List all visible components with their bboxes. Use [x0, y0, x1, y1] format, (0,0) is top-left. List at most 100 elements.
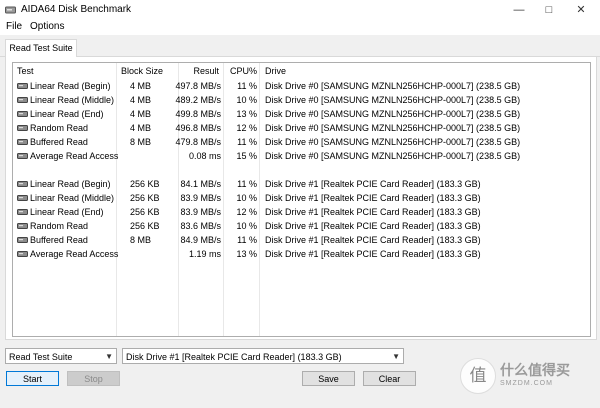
cell-cpu: 12 % [236, 123, 257, 133]
cell-result: 496.8 MB/s [175, 123, 221, 133]
table-row[interactable]: Average Read Access 1.19 ms 13 % Disk Drive… [13, 247, 590, 261]
test-suite-select[interactable]: Read Test Suite ▼ [5, 348, 117, 364]
clear-button[interactable]: Clear [363, 371, 416, 386]
cell-test: Linear Read (Middle) [30, 95, 115, 105]
table-row[interactable]: Random Read 256 KB 83.6 MB/s 10 % Disk Drive… [13, 219, 590, 233]
cell-block-size: 256 KB [130, 193, 160, 203]
tab-read-test-suite[interactable]: Read Test Suite [5, 39, 77, 57]
disk-icon [17, 237, 28, 243]
table-row[interactable]: Linear Read (Begin) 256 KB 84.1 MB/s 11 % Di… [13, 177, 590, 191]
cell-drive: Disk Drive #1 [Realtek PCIE Card Reader]… [265, 207, 481, 217]
column-header-drive[interactable]: Drive [265, 66, 286, 76]
column-header-cpu[interactable]: CPU% [230, 66, 257, 76]
cell-result: 83.6 MB/s [180, 221, 221, 231]
results-table[interactable]: Test Block Size Result CPU% Drive Linear… [12, 62, 591, 337]
cell-drive: Disk Drive #0 [SAMSUNG MZNLN256HCHP-000L… [265, 81, 521, 91]
menu-file[interactable]: File [6, 21, 22, 32]
table-row[interactable]: Linear Read (Middle) 256 KB 83.9 MB/s 10 % D… [13, 191, 590, 205]
cell-result: 497.8 MB/s [175, 81, 221, 91]
drive-select-value: Disk Drive #1 [Realtek PCIE Card Reader]… [126, 352, 342, 362]
column-header-test[interactable]: Test [17, 66, 34, 76]
cell-cpu: 15 % [236, 151, 257, 161]
cell-drive: Disk Drive #0 [SAMSUNG MZNLN256HCHP-000L… [265, 151, 521, 161]
disk-app-icon [5, 6, 16, 14]
cell-cpu: 11 % [237, 179, 257, 189]
cell-result: 84.9 MB/s [180, 235, 221, 245]
table-row[interactable]: Random Read 4 MB 496.8 MB/s 12 % Disk Drive … [13, 121, 590, 135]
drive-select[interactable]: Disk Drive #1 [Realtek PCIE Card Reader]… [122, 348, 404, 364]
menu-options[interactable]: Options [30, 21, 64, 32]
cell-drive: Disk Drive #1 [Realtek PCIE Card Reader]… [265, 179, 481, 189]
cell-cpu: 13 % [236, 249, 257, 259]
disk-icon [17, 139, 28, 145]
cell-drive: Disk Drive #0 [SAMSUNG MZNLN256HCHP-000L… [265, 123, 521, 133]
stop-button[interactable]: Stop [67, 371, 120, 386]
disk-icon [17, 125, 28, 131]
cell-test: Linear Read (End) [30, 109, 104, 119]
table-row[interactable]: Linear Read (End) 256 KB 83.9 MB/s 12 % Disk… [13, 205, 590, 219]
cell-drive: Disk Drive #0 [SAMSUNG MZNLN256HCHP-000L… [265, 137, 521, 147]
cell-result: 489.2 MB/s [175, 95, 221, 105]
cell-result: 1.19 ms [188, 249, 221, 259]
cell-block-size: 8 MB [130, 137, 152, 147]
disk-icon [17, 83, 28, 89]
cell-test: Random Read [30, 221, 89, 231]
cell-result: 0.08 ms [188, 151, 221, 161]
cell-block-size: 256 KB [130, 207, 160, 217]
cell-drive: Disk Drive #1 [Realtek PCIE Card Reader]… [265, 235, 481, 245]
cell-test: Linear Read (Middle) [30, 193, 115, 203]
cell-test: Linear Read (Begin) [30, 179, 111, 189]
watermark-subtext: SMZDM.COM [500, 380, 553, 387]
minimize-icon[interactable]: — [512, 3, 526, 17]
column-header-block-size[interactable]: Block Size [121, 66, 163, 76]
cell-block-size: 4 MB [130, 95, 152, 105]
disk-icon [17, 97, 28, 103]
disk-icon [17, 209, 28, 215]
cell-test: Buffered Read [30, 137, 88, 147]
disk-icon [17, 111, 28, 117]
table-row[interactable]: Buffered Read 8 MB 479.8 MB/s 11 % Disk Driv… [13, 135, 590, 149]
disk-icon [17, 153, 28, 159]
cell-test: Linear Read (End) [30, 207, 104, 217]
maximize-icon[interactable]: □ [542, 3, 556, 17]
close-icon[interactable]: ✕ [574, 3, 588, 17]
cell-cpu: 10 % [236, 221, 257, 231]
save-button[interactable]: Save [302, 371, 355, 386]
cell-drive: Disk Drive #0 [SAMSUNG MZNLN256HCHP-000L… [265, 109, 521, 119]
cell-drive: Disk Drive #0 [SAMSUNG MZNLN256HCHP-000L… [265, 95, 521, 105]
cell-cpu: 11 % [237, 235, 257, 245]
disk-icon [17, 181, 28, 187]
cell-cpu: 11 % [237, 137, 257, 147]
cell-cpu: 10 % [236, 95, 257, 105]
table-header: Test Block Size Result CPU% Drive [13, 63, 590, 77]
tab-strip: Read Test Suite [0, 35, 600, 57]
start-button[interactable]: Start [6, 371, 59, 386]
cell-test: Average Read Access [30, 151, 119, 161]
table-row[interactable]: Linear Read (End) 4 MB 499.8 MB/s 13 % Disk … [13, 107, 590, 121]
chevron-down-icon: ▼ [392, 352, 400, 361]
cell-test: Linear Read (Begin) [30, 81, 111, 91]
cell-block-size: 256 KB [130, 179, 160, 189]
disk-icon [17, 223, 28, 229]
watermark-text: 什么值得买 [500, 362, 570, 378]
cell-result: 84.1 MB/s [180, 179, 221, 189]
cell-cpu: 11 % [237, 81, 257, 91]
cell-cpu: 12 % [236, 207, 257, 217]
table-row[interactable]: Linear Read (Begin) 4 MB 497.8 MB/s 11 % Dis… [13, 79, 590, 93]
cell-block-size: 4 MB [130, 81, 152, 91]
table-row[interactable]: Buffered Read 8 MB 84.9 MB/s 11 % Disk Drive… [13, 233, 590, 247]
cell-drive: Disk Drive #1 [Realtek PCIE Card Reader]… [265, 193, 481, 203]
watermark: 值 什么值得买 SMZDM.COM [460, 356, 590, 402]
column-header-result[interactable]: Result [181, 66, 219, 76]
window-title: AIDA64 Disk Benchmark [21, 4, 132, 15]
cell-result: 479.8 MB/s [175, 137, 221, 147]
table-row[interactable]: Linear Read (Middle) 4 MB 489.2 MB/s 10 % Di… [13, 93, 590, 107]
cell-drive: Disk Drive #1 [Realtek PCIE Card Reader]… [265, 221, 481, 231]
table-row[interactable]: Average Read Access 0.08 ms 15 % Disk Drive… [13, 149, 590, 163]
cell-cpu: 10 % [236, 193, 257, 203]
cell-result: 83.9 MB/s [180, 193, 221, 203]
cell-cpu: 13 % [236, 109, 257, 119]
cell-test: Average Read Access [30, 249, 119, 259]
cell-drive: Disk Drive #1 [Realtek PCIE Card Reader]… [265, 249, 481, 259]
disk-icon [17, 195, 28, 201]
